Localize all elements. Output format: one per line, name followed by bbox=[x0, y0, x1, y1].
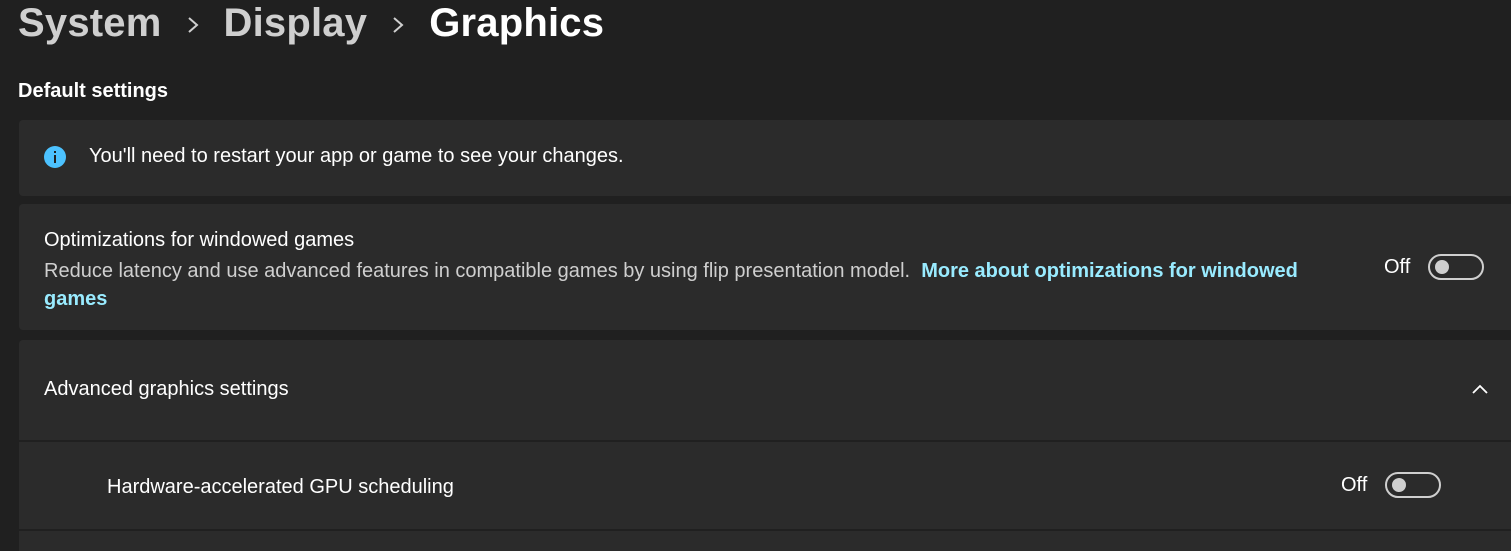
toggle-knob bbox=[1435, 260, 1450, 274]
breadcrumb-item-display[interactable]: Display bbox=[224, 1, 368, 46]
breadcrumb: System Display Graphics bbox=[18, 0, 604, 46]
breadcrumb-chevron-icon bbox=[162, 1, 224, 46]
advanced-graphics-title: Advanced graphics settings bbox=[44, 378, 289, 400]
gpu-scheduling-toggle-group: Off bbox=[1341, 472, 1442, 498]
info-banner-text: You'll need to restart your app or game … bbox=[89, 145, 624, 167]
page-title: Graphics bbox=[429, 0, 605, 45]
windowed-games-toggle[interactable] bbox=[1428, 254, 1485, 280]
advanced-graphics-header[interactable]: Advanced graphics settings bbox=[19, 340, 1511, 440]
setting-windowed-games: Optimizations for windowed games Reduce … bbox=[19, 204, 1511, 330]
setting-title: Hardware-accelerated GPU scheduling bbox=[107, 476, 454, 498]
gpu-scheduling-toggle[interactable] bbox=[1385, 472, 1442, 498]
setting-title: Optimizations for windowed games bbox=[44, 229, 355, 251]
breadcrumb-chevron-icon bbox=[367, 1, 429, 46]
windowed-games-toggle-group: Off bbox=[1384, 254, 1485, 280]
setting-description-text: Reduce latency and use advanced features… bbox=[44, 260, 911, 282]
info-icon bbox=[44, 146, 66, 168]
toggle-state-label: Off bbox=[1341, 473, 1368, 496]
next-setting-row bbox=[19, 531, 1511, 551]
toggle-state-label: Off bbox=[1384, 255, 1411, 278]
section-title-default-settings: Default settings bbox=[18, 80, 169, 102]
info-banner: You'll need to restart your app or game … bbox=[19, 120, 1511, 196]
breadcrumb-item-system[interactable]: System bbox=[18, 1, 162, 46]
setting-description: Reduce latency and use advanced features… bbox=[44, 257, 1364, 313]
toggle-knob bbox=[1392, 478, 1407, 492]
setting-gpu-scheduling: Hardware-accelerated GPU scheduling Off bbox=[19, 442, 1511, 529]
chevron-up-icon[interactable] bbox=[1471, 382, 1489, 400]
